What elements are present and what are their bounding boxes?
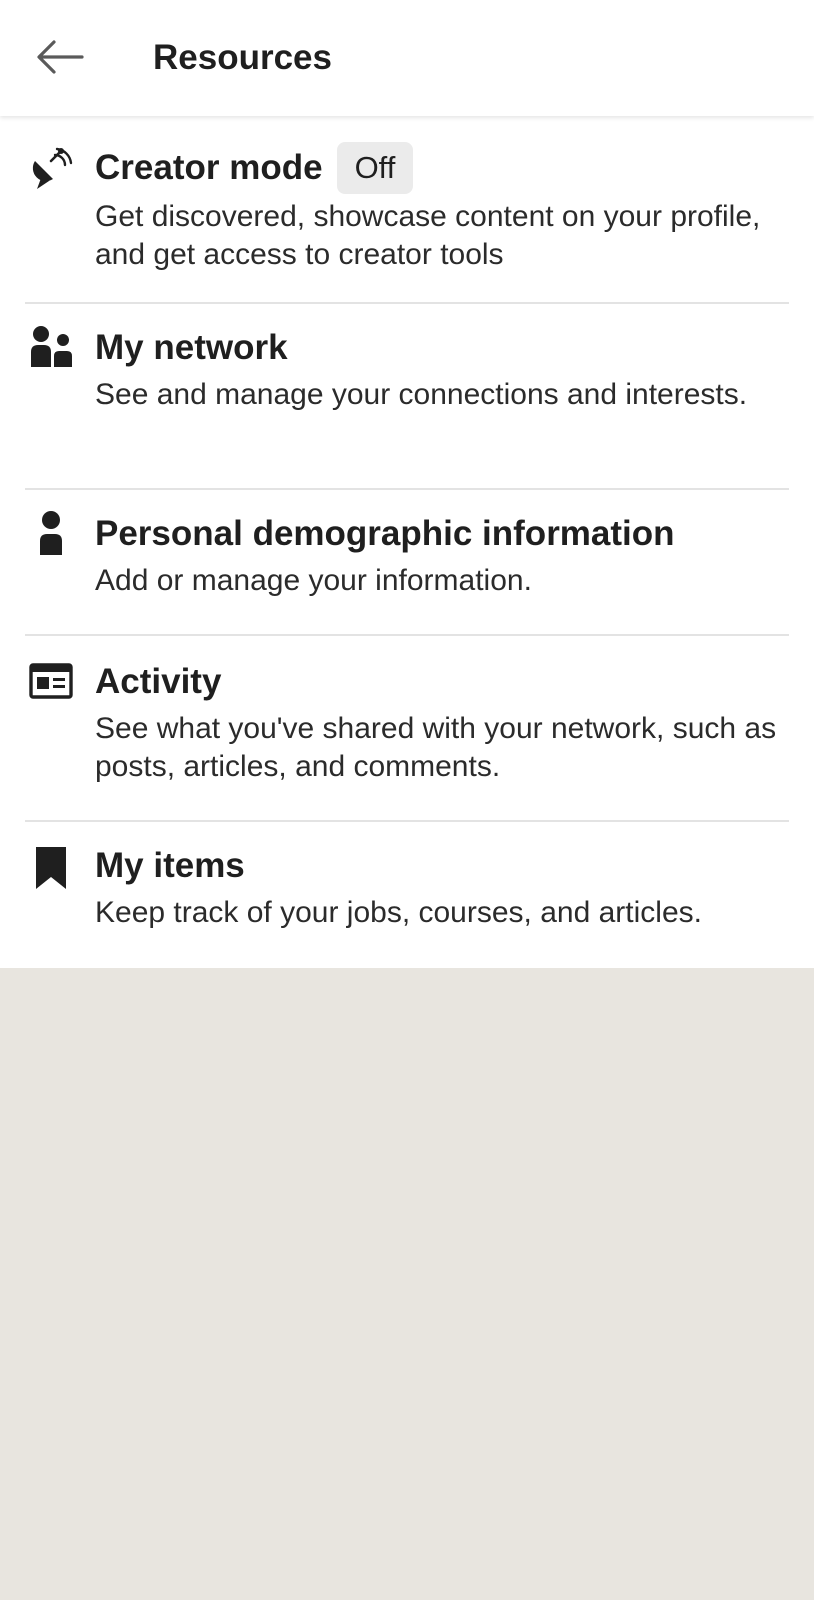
item-title: Personal demographic information <box>95 514 675 553</box>
list-item-my-items[interactable]: My items Keep track of your jobs, course… <box>0 822 814 968</box>
article-icon <box>28 658 74 704</box>
bookmark-icon <box>28 844 74 890</box>
list-item-activity[interactable]: Activity See what you've shared with you… <box>0 636 814 820</box>
item-description: Add or manage your information. <box>95 564 532 597</box>
item-description: See what you've shared with your network… <box>95 712 777 783</box>
my-network-title-row: My network <box>95 326 288 370</box>
top-app-bar: Resources <box>0 0 814 116</box>
item-title: Creator mode <box>95 148 323 187</box>
my-items-title-row: My items <box>95 844 245 888</box>
page-title: Resources <box>153 38 332 77</box>
item-title: Activity <box>95 662 222 701</box>
item-title: My network <box>95 328 288 367</box>
people-icon <box>28 324 74 370</box>
satellite-dish-icon <box>28 146 74 192</box>
item-title: My items <box>95 846 245 885</box>
list-item-my-network[interactable]: My network See and manage your connectio… <box>0 304 814 488</box>
list-item-creator-mode[interactable]: Creator mode Off Get discovered, showcas… <box>0 116 814 302</box>
activity-title-row: Activity <box>95 660 221 704</box>
status-badge: Off <box>336 142 414 194</box>
item-description: See and manage your connections and inte… <box>95 378 748 411</box>
item-description: Keep track of your jobs, courses, and ar… <box>95 896 702 929</box>
person-icon <box>28 510 74 556</box>
personal-demographic-title-row: Personal demographic information <box>95 512 675 556</box>
item-description: Get discovered, showcase content on your… <box>95 200 761 271</box>
arrow-left-icon <box>37 40 84 74</box>
resources-list: Creator mode Off Get discovered, showcas… <box>0 116 814 968</box>
list-item-personal-demographic-information[interactable]: Personal demographic information Add or … <box>0 490 814 636</box>
creator-mode-title-row: Creator mode Off <box>95 142 414 194</box>
back-button[interactable] <box>24 22 94 92</box>
